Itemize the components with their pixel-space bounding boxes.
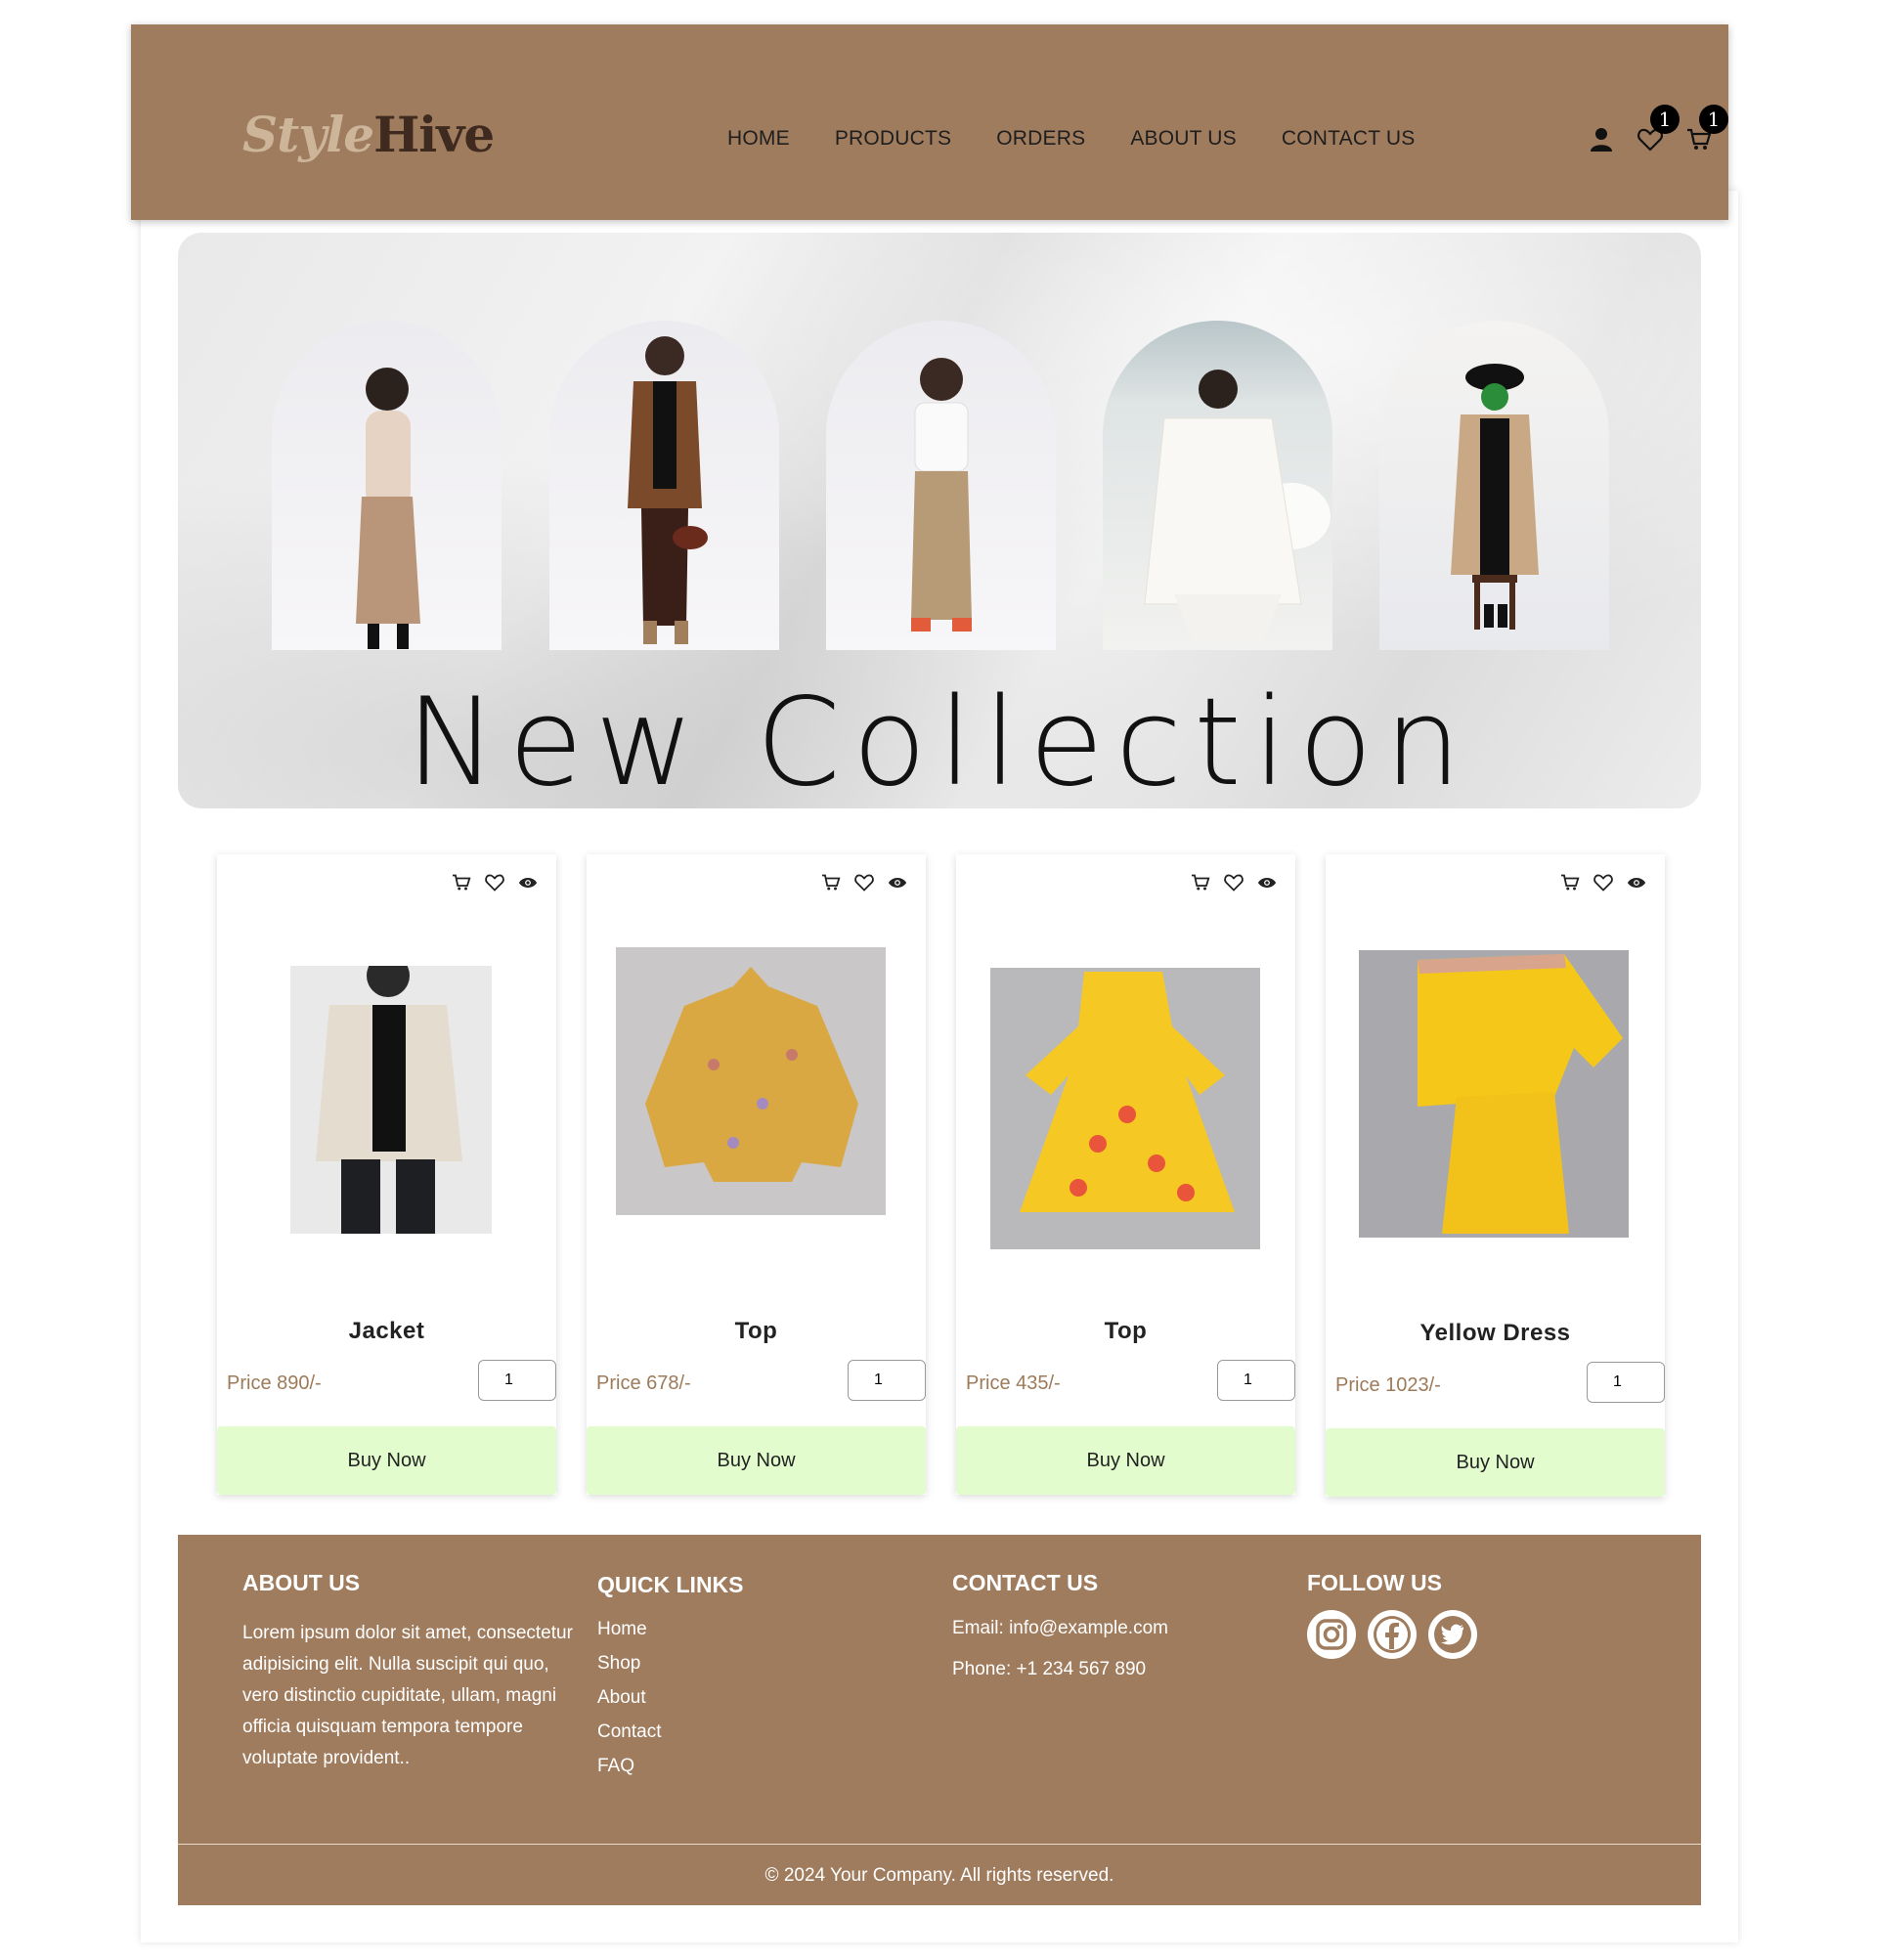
social-links xyxy=(1307,1610,1639,1659)
nav-about-us[interactable]: ABOUT US xyxy=(1130,127,1237,151)
footer-link-home[interactable]: Home xyxy=(597,1612,930,1646)
hero-banner[interactable]: New Collection xyxy=(178,233,1701,808)
nav-orders[interactable]: ORDERS xyxy=(996,127,1085,151)
buy-now-button[interactable]: Buy Now xyxy=(1326,1428,1665,1497)
footer-contact: CONTACT US Email: info@example.com Phone… xyxy=(952,1570,1285,1700)
footer-link-faq[interactable]: FAQ xyxy=(597,1749,930,1783)
quick-view-eye-icon[interactable] xyxy=(1626,872,1647,893)
hero-model-image-3 xyxy=(826,321,1056,650)
footer-copyright: © 2024 Your Company. All rights reserved… xyxy=(764,1865,1114,1886)
product-image-jacket[interactable] xyxy=(290,966,492,1234)
add-to-wishlist-icon[interactable] xyxy=(1593,872,1614,893)
product-image-top[interactable] xyxy=(990,968,1260,1249)
product-card: Jacket Price 890/- Buy Now xyxy=(217,854,556,1495)
product-name: Yellow Dress xyxy=(1419,1320,1571,1346)
hero-model-image-4 xyxy=(1103,321,1332,650)
hero-title: New Collection xyxy=(406,673,1473,808)
footer-about-text: Lorem ipsum dolor sit amet, consectetur … xyxy=(242,1623,573,1768)
facebook-icon[interactable] xyxy=(1368,1610,1417,1659)
product-actions xyxy=(1190,872,1278,893)
product-name: Top xyxy=(734,1318,778,1344)
footer-about: ABOUT US Lorem ipsum dolor sit amet, con… xyxy=(242,1570,575,1774)
cart-count-badge: 1 xyxy=(1699,105,1728,134)
product-card: Top Price 678/- Buy Now xyxy=(587,854,926,1495)
footer-phone: Phone: +1 234 567 890 xyxy=(952,1659,1147,1679)
footer-link-shop[interactable]: Shop xyxy=(597,1646,930,1680)
quantity-input[interactable] xyxy=(1217,1360,1295,1401)
product-name: Top xyxy=(1104,1318,1148,1344)
product-image-top[interactable] xyxy=(616,947,886,1215)
quantity-input[interactable] xyxy=(848,1360,926,1401)
logo-part2: Hive xyxy=(373,106,495,163)
main-nav: HOME PRODUCTS ORDERS ABOUT US CONTACT US xyxy=(727,127,1415,151)
product-card: Yellow Dress Price 1023/- Buy Now xyxy=(1326,854,1665,1497)
footer-follow-title: FOLLOW US xyxy=(1307,1570,1442,1595)
add-to-cart-icon[interactable] xyxy=(1190,872,1211,893)
add-to-wishlist-icon[interactable] xyxy=(484,872,505,893)
product-price: Price 435/- xyxy=(966,1372,1061,1394)
footer-follow: FOLLOW US xyxy=(1307,1570,1639,1659)
site-header: StyleHive HOME PRODUCTS ORDERS ABOUT US … xyxy=(131,24,1728,220)
quick-view-eye-icon[interactable] xyxy=(887,872,908,893)
logo-part1: Style xyxy=(242,106,374,163)
hero-model-image-1 xyxy=(272,321,502,650)
product-card: Top Price 435/- Buy Now xyxy=(956,854,1295,1495)
hero-model-image-2 xyxy=(549,321,779,650)
instagram-icon[interactable] xyxy=(1307,1610,1356,1659)
site-footer: ABOUT US Lorem ipsum dolor sit amet, con… xyxy=(178,1535,1701,1905)
header-icons: 1 1 xyxy=(1588,105,1728,153)
add-to-cart-icon[interactable] xyxy=(1559,872,1581,893)
footer-divider xyxy=(178,1844,1701,1845)
buy-now-button[interactable]: Buy Now xyxy=(217,1426,556,1495)
quick-view-eye-icon[interactable] xyxy=(517,872,539,893)
quantity-input[interactable] xyxy=(1587,1362,1665,1403)
add-to-wishlist-icon[interactable] xyxy=(1223,872,1244,893)
footer-about-title: ABOUT US xyxy=(242,1570,361,1595)
footer-links-title: QUICK LINKS xyxy=(597,1572,744,1597)
product-actions xyxy=(820,872,908,893)
add-to-wishlist-icon[interactable] xyxy=(853,872,875,893)
cart-button[interactable]: 1 xyxy=(1685,105,1728,153)
product-image-yellow-dress[interactable] xyxy=(1359,950,1629,1238)
footer-contact-title: CONTACT US xyxy=(952,1570,1099,1595)
nav-products[interactable]: PRODUCTS xyxy=(835,127,951,151)
product-price: Price 678/- xyxy=(596,1372,691,1394)
footer-email: Email: info@example.com xyxy=(952,1618,1168,1638)
wishlist-count-badge: 1 xyxy=(1650,105,1680,134)
wishlist-button[interactable]: 1 xyxy=(1637,105,1680,153)
buy-now-button[interactable]: Buy Now xyxy=(587,1426,926,1495)
twitter-icon[interactable] xyxy=(1428,1610,1477,1659)
user-icon[interactable] xyxy=(1588,126,1615,153)
buy-now-button[interactable]: Buy Now xyxy=(956,1426,1295,1495)
nav-home[interactable]: HOME xyxy=(727,127,790,151)
footer-link-contact[interactable]: Contact xyxy=(597,1715,930,1749)
footer-quick-links: QUICK LINKS Home Shop About Contact FAQ xyxy=(597,1572,930,1783)
quantity-input[interactable] xyxy=(478,1360,556,1401)
logo[interactable]: StyleHive xyxy=(242,106,495,163)
footer-link-about[interactable]: About xyxy=(597,1680,930,1715)
product-price: Price 1023/- xyxy=(1335,1374,1441,1396)
product-price: Price 890/- xyxy=(227,1372,322,1394)
product-actions xyxy=(1559,872,1647,893)
add-to-cart-icon[interactable] xyxy=(820,872,842,893)
product-name: Jacket xyxy=(348,1318,425,1344)
product-actions xyxy=(451,872,539,893)
add-to-cart-icon[interactable] xyxy=(451,872,472,893)
nav-contact-us[interactable]: CONTACT US xyxy=(1282,127,1416,151)
hero-model-image-5 xyxy=(1379,321,1609,650)
quick-view-eye-icon[interactable] xyxy=(1256,872,1278,893)
